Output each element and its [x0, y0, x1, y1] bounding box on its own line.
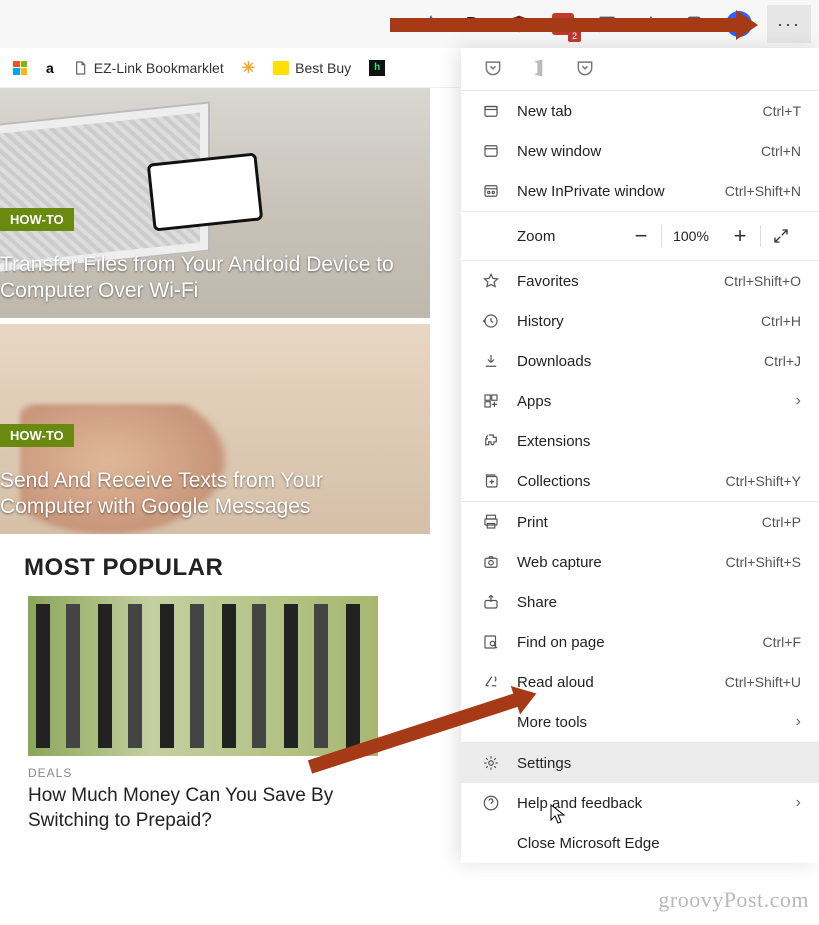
bookmark-microsoft[interactable] — [12, 60, 28, 76]
chevron-right-icon: › — [796, 794, 801, 812]
extensions-icon — [479, 432, 503, 450]
bookmark-hulu[interactable]: h — [369, 60, 385, 76]
menu-item-label: Extensions — [517, 433, 801, 450]
menu-item-label: Settings — [517, 755, 801, 772]
bookmark-label: EZ-Link Bookmarklet — [94, 60, 224, 76]
bookmark-walmart[interactable]: ✳ — [242, 58, 255, 78]
menu-item-label: Print — [517, 514, 762, 531]
mouse-cursor-icon — [550, 804, 566, 827]
menu-top-icons — [461, 48, 819, 90]
menu-item-label: Share — [517, 594, 801, 611]
menu-item-shortcut: Ctrl+Shift+Y — [726, 473, 801, 489]
menu-item-shortcut: Ctrl+Shift+O — [724, 273, 801, 289]
camera-icon — [479, 553, 503, 571]
collections-icon — [479, 472, 503, 490]
zoom-label: Zoom — [517, 228, 621, 245]
menu-item-share[interactable]: Share — [461, 582, 819, 622]
menu-item-downloads[interactable]: Downloads Ctrl+J — [461, 341, 819, 381]
menu-item-history[interactable]: History Ctrl+H — [461, 301, 819, 341]
gear-icon — [479, 754, 503, 772]
menu-item-label: New tab — [517, 103, 763, 120]
menu-item-extensions[interactable]: Extensions — [461, 421, 819, 461]
category-tag: HOW-TO — [0, 208, 74, 231]
menu-item-label: New window — [517, 143, 761, 160]
menu-item-shortcut: Ctrl+P — [762, 514, 801, 530]
watermark-text: groovyPost.com — [658, 887, 809, 913]
menu-item-shortcut: Ctrl+J — [764, 353, 801, 369]
article-card[interactable]: HOW-TO Send And Receive Texts from Your … — [0, 324, 430, 534]
pocket-icon[interactable] — [575, 58, 595, 81]
menu-item-label: More tools — [517, 714, 796, 731]
menu-item-print[interactable]: Print Ctrl+P — [461, 502, 819, 542]
menu-item-label: Close Microsoft Edge — [517, 835, 801, 852]
menu-item-shortcut: Ctrl+Shift+N — [725, 183, 801, 199]
menu-item-find[interactable]: Find on page Ctrl+F — [461, 622, 819, 662]
article-title: Transfer Files from Your Android Device … — [0, 252, 420, 305]
page-icon — [72, 60, 88, 76]
menu-item-close-edge[interactable]: Close Microsoft Edge — [461, 823, 819, 863]
search-icon — [479, 633, 503, 651]
menu-item-settings[interactable]: Settings — [461, 743, 819, 783]
chevron-right-icon: › — [796, 713, 801, 731]
menu-item-collections[interactable]: Collections Ctrl+Shift+Y — [461, 461, 819, 501]
bookmark-label: Best Buy — [295, 60, 351, 76]
menu-item-shortcut: Ctrl+T — [763, 103, 802, 119]
menu-item-new-tab[interactable]: New tab Ctrl+T — [461, 91, 819, 131]
download-icon — [479, 352, 503, 370]
menu-item-apps[interactable]: Apps › — [461, 381, 819, 421]
menu-item-help[interactable]: Help and feedback › — [461, 783, 819, 823]
menu-item-more-tools[interactable]: More tools › — [461, 702, 819, 742]
article-card[interactable]: HOW-TO Transfer Files from Your Android … — [0, 88, 430, 318]
inprivate-icon — [479, 182, 503, 200]
menu-item-label: Collections — [517, 473, 726, 490]
menu-item-label: Apps — [517, 393, 796, 410]
read-aloud-icon — [479, 673, 503, 691]
most-popular-card[interactable]: DEALS How Much Money Can You Save By Swi… — [28, 596, 378, 833]
menu-item-label: New InPrivate window — [517, 183, 725, 200]
chevron-right-icon: › — [796, 392, 801, 410]
menu-item-label: Find on page — [517, 634, 763, 651]
menu-item-shortcut: Ctrl+Shift+U — [725, 674, 801, 690]
menu-item-shortcut: Ctrl+H — [761, 313, 801, 329]
settings-and-more-button[interactable]: ··· — [767, 5, 811, 43]
menu-item-favorites[interactable]: Favorites Ctrl+Shift+O — [461, 261, 819, 301]
menu-item-label: Web capture — [517, 554, 726, 571]
menu-item-web-capture[interactable]: Web capture Ctrl+Shift+S — [461, 542, 819, 582]
category-tag: HOW-TO — [0, 424, 74, 447]
menu-item-new-inprivate[interactable]: New InPrivate window Ctrl+Shift+N — [461, 171, 819, 211]
office-icon[interactable] — [529, 58, 549, 81]
star-outline-icon — [479, 272, 503, 290]
share-icon — [479, 593, 503, 611]
article-title: How Much Money Can You Save By Switching… — [28, 784, 378, 833]
zoom-in-button[interactable]: + — [720, 212, 760, 260]
pocket-icon[interactable] — [483, 58, 503, 81]
menu-item-shortcut: Ctrl+N — [761, 143, 801, 159]
bookmark-ezlink[interactable]: EZ-Link Bookmarklet — [72, 60, 224, 76]
apps-icon — [479, 392, 503, 410]
bookmark-amazon[interactable]: a — [46, 60, 54, 76]
thumbnail-image — [28, 596, 378, 756]
menu-zoom-row: Zoom − 100% + — [461, 212, 819, 260]
zoom-value: 100% — [662, 228, 720, 244]
zoom-out-button[interactable]: − — [621, 212, 661, 260]
annotation-arrow-top — [390, 18, 740, 32]
menu-item-new-window[interactable]: New window Ctrl+N — [461, 131, 819, 171]
article-title: Send And Receive Texts from Your Compute… — [0, 468, 420, 521]
menu-item-shortcut: Ctrl+F — [763, 634, 802, 650]
new-tab-icon — [479, 102, 503, 120]
history-icon — [479, 312, 503, 330]
window-icon — [479, 142, 503, 160]
menu-item-label: Favorites — [517, 273, 724, 290]
fullscreen-button[interactable] — [761, 227, 801, 245]
bookmark-bestbuy[interactable]: Best Buy — [273, 60, 351, 76]
settings-and-more-menu: New tab Ctrl+T New window Ctrl+N New InP… — [461, 48, 819, 863]
menu-item-shortcut: Ctrl+Shift+S — [726, 554, 801, 570]
print-icon — [479, 513, 503, 531]
phone-graphic — [147, 152, 264, 231]
menu-item-label: History — [517, 313, 761, 330]
menu-item-label: Read aloud — [517, 674, 725, 691]
help-icon — [479, 794, 503, 812]
menu-item-label: Downloads — [517, 353, 764, 370]
